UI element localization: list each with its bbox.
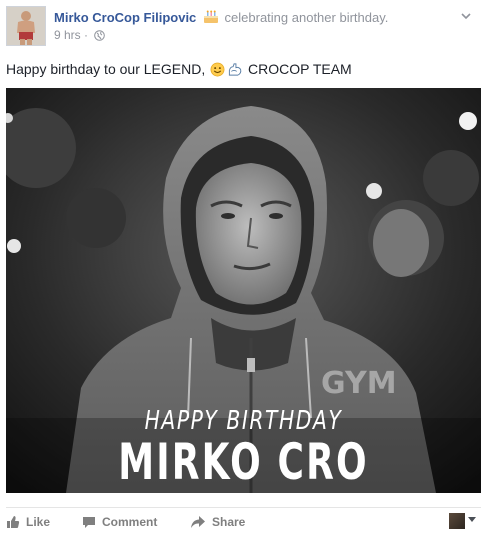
smiling-face-icon <box>210 62 225 81</box>
post-meta: 9 hrs · <box>54 28 106 45</box>
comment-button[interactable]: Comment <box>82 515 157 532</box>
post-text: Happy birthday to our LEGEND, CROCOP TEA… <box>6 60 352 81</box>
facebook-post: Mirko CroCop Filipovic celebrating anoth… <box>0 0 484 536</box>
like-button[interactable]: Like <box>6 515 50 532</box>
thumbs-up-icon <box>6 515 20 532</box>
comment-label: Comment <box>102 515 158 529</box>
post-as-selector[interactable] <box>449 513 479 529</box>
globe-icon[interactable] <box>94 30 106 45</box>
hoodie-print: GYM <box>321 366 397 401</box>
post-text-main: Happy birthday to our LEGEND, <box>6 61 210 77</box>
post-text-signature: CROCOP TEAM <box>244 61 352 77</box>
viewer-avatar <box>449 513 465 529</box>
activity-text: celebrating another birthday. <box>224 10 389 25</box>
author-name[interactable]: Mirko CroCop Filipovic <box>54 10 196 25</box>
share-label: Share <box>212 515 246 529</box>
share-arrow-icon <box>190 515 206 532</box>
post-header: Mirko CroCop Filipovic celebrating anoth… <box>0 0 484 56</box>
speech-bubble-icon <box>82 515 96 532</box>
meta-separator: · <box>84 28 89 42</box>
chevron-down-icon[interactable] <box>460 10 472 22</box>
birthday-cake-icon <box>203 10 219 28</box>
post-timestamp[interactable]: 9 hrs <box>54 28 81 42</box>
flexed-biceps-icon <box>227 62 243 81</box>
like-label: Like <box>26 515 51 529</box>
photo-caption-line2: MIRKO CRO COP <box>118 433 369 493</box>
share-button[interactable]: Share <box>190 515 245 532</box>
post-photo[interactable]: GYM HAPPY BIRTHDAY MIRKO CRO COP <box>6 88 481 493</box>
post-title-line: Mirko CroCop Filipovic celebrating anoth… <box>54 9 388 28</box>
author-avatar[interactable] <box>6 6 46 46</box>
caret-down-icon <box>468 515 476 526</box>
photo-caption-line1: HAPPY BIRTHDAY <box>144 406 343 436</box>
post-action-bar: Like Comment Share <box>6 507 481 534</box>
avatar-photo <box>7 7 45 45</box>
